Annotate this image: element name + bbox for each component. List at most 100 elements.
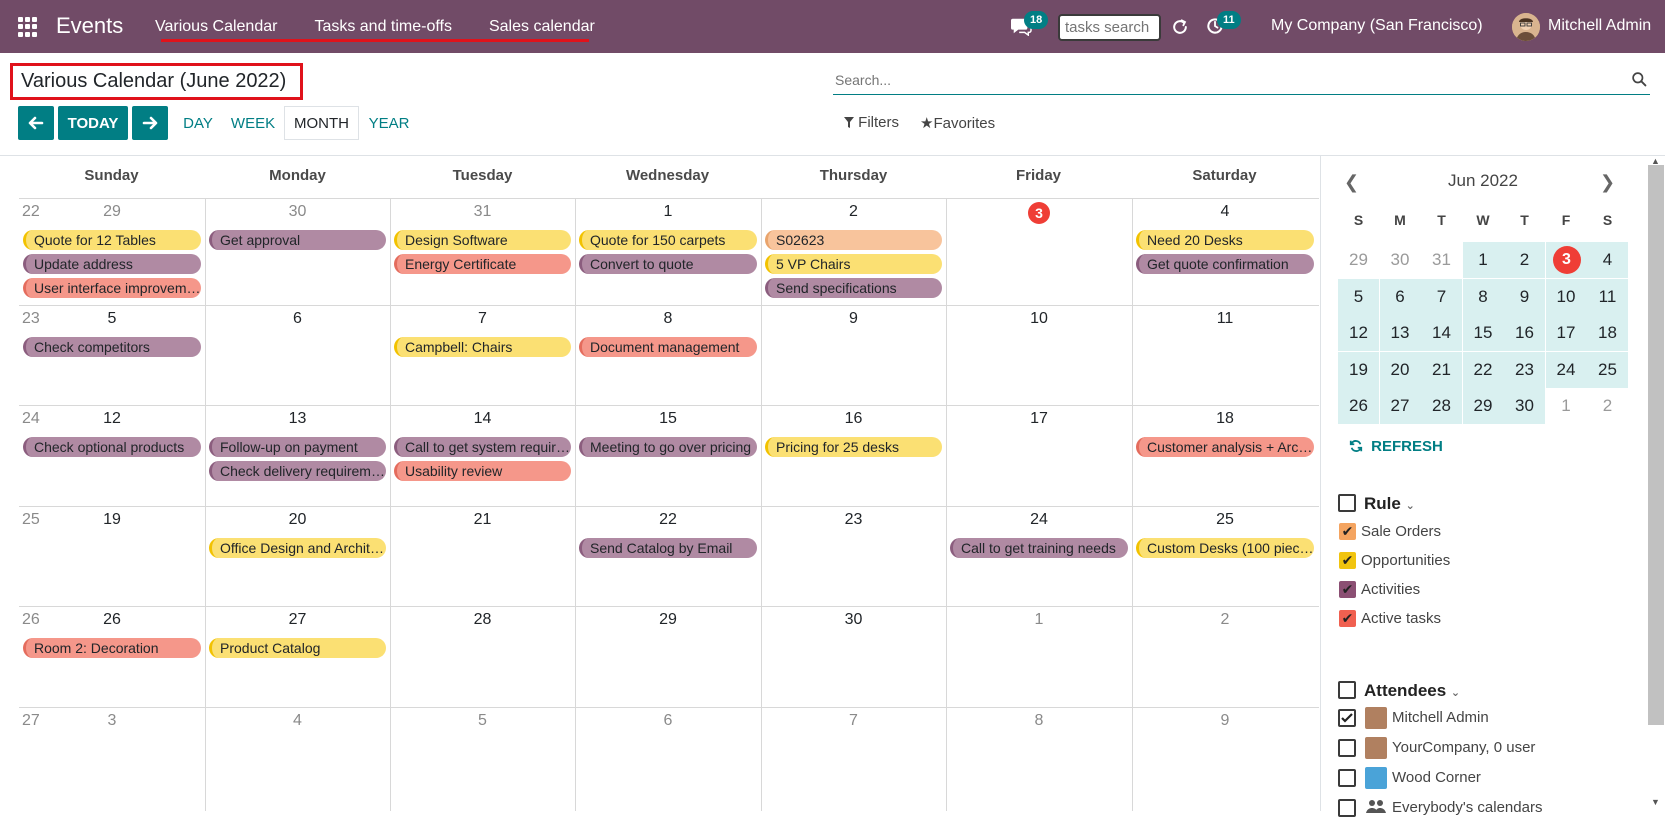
date-number[interactable]: 3 xyxy=(97,712,127,730)
rule-filter-checkbox[interactable]: ✔ xyxy=(1339,552,1356,569)
mini-calendar-day[interactable]: 4 xyxy=(1587,242,1628,278)
scale-month-button[interactable]: MONTH xyxy=(284,106,359,140)
calendar-event[interactable]: Campbell: Chairs xyxy=(394,337,571,357)
calendar-event[interactable]: Check optional products xyxy=(23,437,201,457)
user-menu[interactable]: Mitchell Admin xyxy=(1548,17,1651,35)
mini-calendar-day[interactable]: 24 xyxy=(1545,351,1587,388)
calendar-event[interactable]: Get approval xyxy=(209,230,386,250)
date-number[interactable]: 14 xyxy=(468,410,498,428)
date-number[interactable]: 7 xyxy=(839,712,869,730)
mini-calendar-day[interactable]: 2 xyxy=(1504,242,1545,278)
mini-calendar-day[interactable]: 27 xyxy=(1379,388,1421,424)
date-number[interactable]: 21 xyxy=(468,511,498,529)
rule-filter-checkbox[interactable]: ✔ xyxy=(1339,610,1356,627)
date-number[interactable]: 19 xyxy=(97,511,127,529)
favorites-button[interactable]: ★Favorites xyxy=(920,114,995,132)
mini-calendar-prev-icon[interactable]: ❮ xyxy=(1344,172,1359,193)
date-number[interactable]: 30 xyxy=(839,611,869,629)
mini-calendar-day[interactable]: 26 xyxy=(1338,388,1379,424)
mini-calendar-day[interactable]: 5 xyxy=(1338,278,1379,315)
calendar-event[interactable]: Office Design and Architecture xyxy=(209,538,386,558)
mini-calendar-day[interactable]: 2 xyxy=(1587,388,1628,424)
calendar-event[interactable]: Custom Desks (100 pieces) xyxy=(1136,538,1314,558)
scale-week-button[interactable]: WEEK xyxy=(229,106,277,140)
date-number[interactable]: 8 xyxy=(1024,712,1054,730)
date-number[interactable]: 22 xyxy=(653,511,683,529)
date-number[interactable]: 2 xyxy=(839,203,869,221)
menu-item-tasks-time-offs[interactable]: Tasks and time-offs xyxy=(314,18,452,36)
mini-calendar-day[interactable]: 19 xyxy=(1338,351,1379,388)
sidebar-scrollbar[interactable] xyxy=(1648,165,1664,725)
calendar-event[interactable]: User interface improvements xyxy=(23,278,201,298)
date-number[interactable]: 26 xyxy=(97,611,127,629)
mini-calendar-day[interactable]: 30 xyxy=(1380,242,1421,278)
attendee-checkbox[interactable] xyxy=(1338,709,1356,727)
calendar-event[interactable]: Quote for 150 carpets xyxy=(579,230,757,250)
calendar-event[interactable]: 5 VP Chairs xyxy=(765,254,942,274)
date-number[interactable]: 25 xyxy=(1210,511,1240,529)
calendar-event[interactable]: Need 20 Desks xyxy=(1136,230,1314,250)
mini-calendar-day[interactable]: 8 xyxy=(1462,278,1504,315)
mini-calendar-day[interactable]: 6 xyxy=(1379,278,1421,315)
mini-calendar-day[interactable]: 29 xyxy=(1462,388,1504,424)
search-icon[interactable] xyxy=(1631,71,1648,88)
mini-calendar-day[interactable]: 14 xyxy=(1421,315,1462,351)
attendee-checkbox[interactable] xyxy=(1338,799,1356,817)
menu-item-sales-calendar[interactable]: Sales calendar xyxy=(489,18,595,36)
calendar-event[interactable]: Document management xyxy=(579,337,757,357)
mini-calendar-day[interactable]: 23 xyxy=(1504,351,1545,388)
date-number[interactable]: 6 xyxy=(653,712,683,730)
refresh-button[interactable]: REFRESH xyxy=(1349,438,1443,455)
mini-calendar-day[interactable]: 1 xyxy=(1462,242,1504,278)
date-number[interactable]: 1 xyxy=(653,203,683,221)
calendar-event[interactable]: Convert to quote xyxy=(579,254,757,274)
mini-calendar-day[interactable]: 11 xyxy=(1587,278,1628,315)
calendar-event[interactable]: Check delivery requirements xyxy=(209,461,386,481)
attendee-checkbox[interactable] xyxy=(1338,769,1356,787)
search-input[interactable] xyxy=(833,66,1603,94)
mini-calendar-day[interactable]: 3 xyxy=(1545,242,1587,278)
today-date[interactable]: 3 xyxy=(1028,202,1050,224)
rule-filter-checkbox[interactable]: ✔ xyxy=(1339,523,1356,540)
date-number[interactable]: 30 xyxy=(283,203,313,221)
calendar-event[interactable]: Usability review xyxy=(394,461,571,481)
date-number[interactable]: 4 xyxy=(283,712,313,730)
date-number[interactable]: 29 xyxy=(97,203,127,221)
user-avatar[interactable] xyxy=(1512,13,1540,41)
calendar-event[interactable]: Call to get training needs xyxy=(950,538,1128,558)
scale-day-button[interactable]: DAY xyxy=(179,106,217,140)
mini-calendar-day[interactable]: 20 xyxy=(1379,351,1421,388)
filters-button[interactable]: Filters xyxy=(844,114,899,131)
date-number[interactable]: 15 xyxy=(653,410,683,428)
calendar-event[interactable]: Update address xyxy=(23,254,201,274)
date-number[interactable]: 20 xyxy=(283,511,313,529)
date-number[interactable]: 4 xyxy=(1210,203,1240,221)
rule-section-title[interactable]: Rule ⌄ xyxy=(1364,494,1415,514)
mini-calendar-day[interactable]: 16 xyxy=(1504,315,1545,351)
date-number[interactable]: 29 xyxy=(653,611,683,629)
calendar-event[interactable]: Send Catalog by Email xyxy=(579,538,757,558)
date-number[interactable]: 6 xyxy=(283,310,313,328)
menu-item-various-calendar[interactable]: Various Calendar xyxy=(155,18,277,36)
tasks-search-input[interactable] xyxy=(1058,14,1161,41)
date-number[interactable]: 24 xyxy=(1024,511,1054,529)
mini-calendar-day[interactable]: 28 xyxy=(1421,388,1462,424)
calendar-event[interactable]: Get quote confirmation xyxy=(1136,254,1314,274)
calendar-event[interactable]: Design Software xyxy=(394,230,571,250)
date-number[interactable]: 5 xyxy=(97,310,127,328)
previous-button[interactable] xyxy=(18,106,54,140)
date-number[interactable]: 17 xyxy=(1024,410,1054,428)
scrollbar-down-arrow[interactable]: ▼ xyxy=(1651,797,1660,807)
mini-calendar-day[interactable]: 10 xyxy=(1545,278,1587,315)
calendar-event[interactable]: Pricing for 25 desks xyxy=(765,437,942,457)
date-number[interactable]: 9 xyxy=(839,310,869,328)
date-number[interactable]: 1 xyxy=(1024,611,1054,629)
date-number[interactable]: 12 xyxy=(97,410,127,428)
date-number[interactable]: 13 xyxy=(283,410,313,428)
date-number[interactable]: 23 xyxy=(839,511,869,529)
date-number[interactable]: 16 xyxy=(839,410,869,428)
date-number[interactable]: 31 xyxy=(468,203,498,221)
calendar-event[interactable]: Quote for 12 Tables xyxy=(23,230,201,250)
rule-toggle-all-checkbox[interactable] xyxy=(1338,494,1356,512)
date-number[interactable]: 10 xyxy=(1024,310,1054,328)
